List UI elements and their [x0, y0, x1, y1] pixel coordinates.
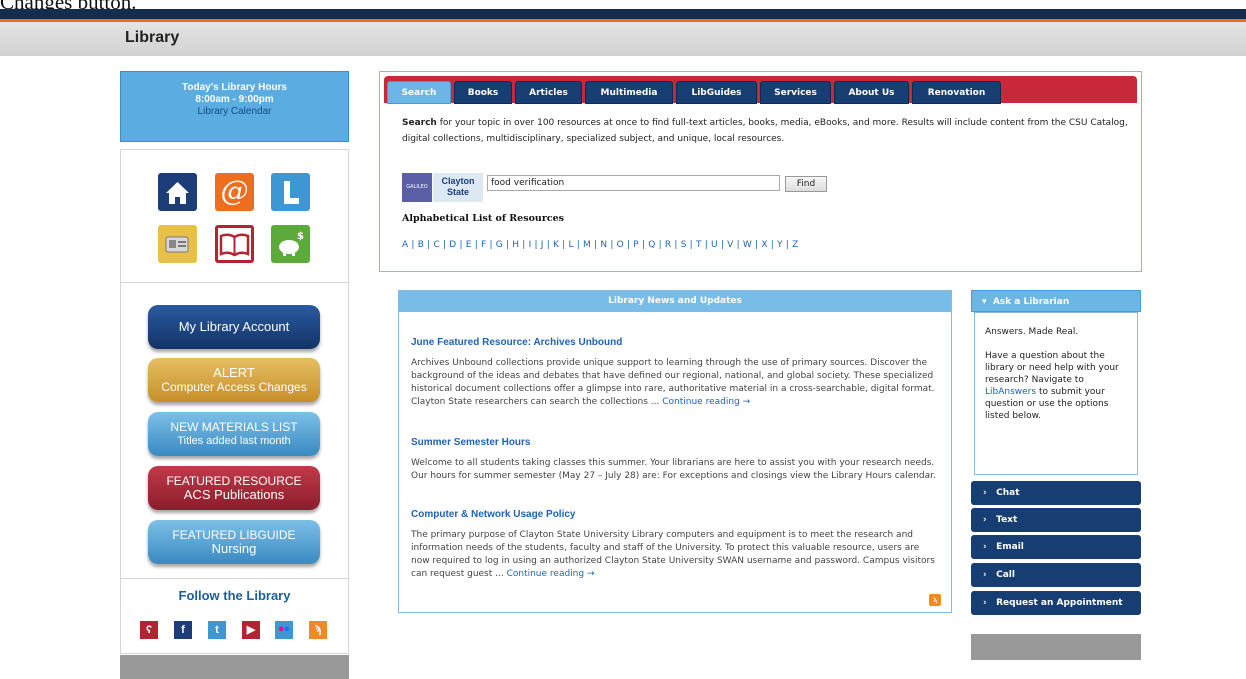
ask-header-label: Ask a Librarian	[992, 297, 1070, 307]
news-article-body: The primary purpose of Clayton State Uni…	[411, 529, 936, 581]
ask-text-before: Have a question about the library or nee…	[985, 351, 1119, 385]
search-input[interactable]	[487, 175, 780, 191]
tab-books[interactable]: Books	[454, 81, 512, 104]
search-desc-bold: Search	[402, 118, 437, 128]
call-option[interactable]: › Call	[971, 563, 1141, 587]
new-line1: NEW MATERIALS LIST	[170, 420, 298, 434]
chevron-right-icon: ›	[983, 488, 987, 498]
ask-item-label: Chat	[996, 488, 1020, 498]
flickr-icon[interactable]: ••	[275, 621, 293, 639]
libanswers-link[interactable]: LibAnswers	[985, 387, 1036, 397]
letter-l-icon[interactable]	[271, 173, 310, 211]
facebook-icon[interactable]: f	[174, 621, 192, 639]
news-article-body: Archives Unbound collections provide uni…	[411, 357, 936, 409]
featured-resource-button[interactable]: FEATURED RESOURCE ACS Publications	[148, 466, 320, 510]
chat-option[interactable]: › Chat	[971, 481, 1141, 505]
left-panel: @ $ My Library Account ALERT Computer Ac…	[120, 149, 349, 654]
tab-renovation[interactable]: Renovation	[912, 81, 1001, 104]
ask-description: Have a question about the library or nee…	[985, 350, 1127, 422]
hours-heading: Today's Library Hours	[182, 82, 287, 93]
left-footer-bar	[120, 655, 349, 679]
home-icon[interactable]	[158, 173, 197, 211]
request-appointment-option[interactable]: › Request an Appointment	[971, 591, 1141, 615]
rss-icon[interactable]: ϡ	[309, 621, 327, 639]
search-description: Search for your topic in over 100 resour…	[402, 115, 1132, 147]
chevron-right-icon: ›	[983, 570, 987, 580]
new-materials-list-button[interactable]: NEW MATERIALS LIST Titles added last mon…	[148, 412, 320, 456]
clayton-logo-line1: Clayton	[441, 176, 475, 186]
chevron-down-icon: ▾	[982, 297, 987, 307]
youtube-icon[interactable]: ▶	[242, 621, 260, 639]
open-book-icon[interactable]	[215, 225, 254, 263]
news-article-title[interactable]: Computer & Network Usage Policy	[411, 509, 575, 520]
tab-libguides[interactable]: LibGuides	[676, 81, 757, 104]
tab-services[interactable]: Services	[760, 81, 831, 104]
ask-footer-bar	[971, 634, 1141, 660]
featured-libguide-button[interactable]: FEATURED LIBGUIDE Nursing	[148, 520, 320, 564]
ask-librarian-header[interactable]: ▾ Ask a Librarian	[971, 290, 1141, 312]
twitter-icon[interactable]: t	[208, 621, 226, 639]
ask-item-label: Text	[996, 515, 1018, 525]
email-option[interactable]: › Email	[971, 535, 1141, 559]
continue-reading-link[interactable]: Continue reading →	[507, 569, 595, 579]
feat-line1: FEATURED RESOURCE	[166, 474, 302, 488]
chevron-right-icon: ›	[983, 598, 987, 608]
my-library-account-button[interactable]: My Library Account	[148, 305, 320, 349]
ask-a-librarian-panel: ▾ Ask a Librarian Answers. Made Real. Ha…	[971, 290, 1141, 662]
news-header: Library News and Updates	[399, 291, 951, 312]
id-card-icon[interactable]	[158, 225, 197, 263]
svg-text:$: $	[297, 231, 304, 242]
library-news-panel: Library News and Updates June Featured R…	[398, 290, 952, 613]
guide-line2: Nursing	[211, 541, 257, 556]
hours-time: 8:00am - 9:00pm	[195, 94, 274, 105]
chevron-right-icon: ›	[983, 542, 987, 552]
tab-multimedia[interactable]: Multimedia	[585, 81, 673, 104]
account-label: My Library Account	[178, 319, 290, 334]
ask-tagline: Answers. Made Real.	[985, 327, 1079, 337]
galileo-logo: GALILEO	[402, 173, 432, 202]
article-text: The primary purpose of Clayton State Uni…	[411, 530, 935, 579]
flickr-bird-icon[interactable]: ʕ	[140, 621, 158, 639]
piggy-bank-icon[interactable]: $	[271, 225, 310, 263]
library-hours-box: Today's Library Hours 8:00am - 9:00pm Li…	[120, 71, 349, 142]
alert-computer-access-button[interactable]: ALERT Computer Access Changes	[148, 358, 320, 402]
alphabetical-list-links[interactable]: A | B | C | D | E | F | G | H | I | J | …	[402, 240, 798, 250]
search-widget: Search Books Articles Multimedia LibGuid…	[379, 71, 1142, 272]
ask-librarian-content: Answers. Made Real. Have a question abou…	[974, 312, 1138, 475]
library-calendar-link[interactable]: Library Calendar	[121, 106, 348, 118]
at-email-icon[interactable]: @	[215, 173, 254, 211]
divider	[121, 282, 348, 283]
search-desc-text: for your topic in over 100 resources at …	[402, 118, 1128, 144]
alert-line2: Computer Access Changes	[161, 380, 307, 394]
ask-item-label: Email	[996, 542, 1024, 552]
new-line2: Titles added last month	[177, 435, 291, 447]
divider	[121, 578, 348, 579]
search-tab-bar: Search Books Articles Multimedia LibGuid…	[384, 76, 1137, 104]
ask-item-label: Request an Appointment	[996, 598, 1123, 608]
tab-search[interactable]: Search	[387, 81, 451, 104]
clayton-state-logo: Clayton State	[433, 173, 483, 202]
continue-reading-link[interactable]: Continue reading →	[662, 397, 750, 407]
page-title: Library	[125, 29, 180, 46]
alert-line1: ALERT	[213, 365, 255, 380]
chevron-right-icon: ›	[983, 515, 987, 525]
news-article-title[interactable]: Summer Semester Hours	[411, 437, 531, 448]
news-article-title[interactable]: June Featured Resource: Archives Unbound	[411, 337, 622, 348]
tab-about-us[interactable]: About Us	[834, 81, 909, 104]
tab-articles[interactable]: Articles	[515, 81, 582, 104]
article-text: Welcome to all students taking classes t…	[411, 458, 936, 481]
title-bar: Library	[0, 22, 1246, 56]
feat-line2: ACS Publications	[183, 487, 285, 502]
alphabetical-list-heading: Alphabetical List of Resources	[402, 213, 565, 224]
follow-the-library-heading: Follow the Library	[178, 588, 291, 603]
news-article-body: Welcome to all students taking classes t…	[411, 457, 936, 483]
text-option[interactable]: › Text	[971, 508, 1141, 532]
guide-line1: FEATURED LIBGUIDE	[172, 528, 296, 542]
site-top-bar	[0, 9, 1246, 22]
clayton-logo-line2: State	[446, 187, 469, 197]
ask-item-label: Call	[996, 570, 1015, 580]
find-button[interactable]: Find	[785, 176, 827, 192]
rss-feed-icon[interactable]: ϡ	[929, 594, 941, 606]
